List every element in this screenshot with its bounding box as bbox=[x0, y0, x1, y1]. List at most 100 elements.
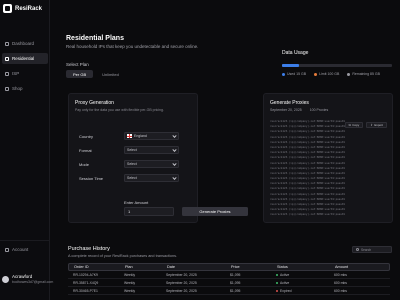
table-header: Order ID Plan Date Price Status Amount bbox=[68, 263, 390, 271]
sidebar-item-label: Shop bbox=[12, 86, 23, 91]
status-cell: Expired bbox=[276, 289, 334, 293]
col-status[interactable]: Status bbox=[277, 265, 335, 269]
plan-cell: Weekly bbox=[124, 272, 136, 277]
mode-label: Mode bbox=[79, 161, 90, 167]
status-dot-icon bbox=[276, 273, 278, 276]
sidebar-divider bbox=[0, 240, 50, 241]
legend-limit-label: Limit 100 GB bbox=[319, 72, 340, 76]
mode-select[interactable]: Select bbox=[124, 160, 179, 168]
generated-proxies-title: Generate Proxies bbox=[270, 100, 309, 106]
order-id-cell: RR-35871-X4Q9 bbox=[73, 280, 99, 285]
session-time-value: Select bbox=[127, 176, 137, 180]
data-usage-title: Data Usage bbox=[282, 50, 309, 56]
format-value: Select bbox=[127, 148, 137, 152]
sidebar-item-shop[interactable]: Shop bbox=[2, 83, 48, 94]
amount-cell: 600 mbs bbox=[334, 272, 348, 277]
shop-icon bbox=[5, 86, 9, 91]
amount-cell: 600 mbs bbox=[334, 288, 348, 293]
format-row: Format Select bbox=[79, 146, 194, 154]
country-label: Country bbox=[79, 133, 94, 139]
purchase-history-table: Order ID Plan Date Price Status Amount R… bbox=[68, 263, 390, 295]
proxy-list[interactable]: resirack123.(ip)(company).net:8080:user0… bbox=[270, 120, 350, 219]
table-row[interactable]: RR-35871-X4Q9 Weekly September 20, 2025 $1,… bbox=[68, 279, 390, 287]
sidebar-item-dashboard[interactable]: Dashboard bbox=[2, 38, 48, 49]
session-time-select[interactable]: Select bbox=[124, 174, 179, 182]
chevron-down-icon bbox=[172, 161, 177, 166]
col-price[interactable]: Price bbox=[231, 265, 277, 269]
limit-dot-icon bbox=[314, 72, 318, 76]
main-content: Residential Plans Real household IPs tha… bbox=[50, 0, 400, 300]
search-placeholder: Search bbox=[361, 247, 372, 252]
account-icon bbox=[5, 247, 9, 252]
price-cell: $1,095 bbox=[230, 280, 241, 285]
session-time-row: Session Time Select bbox=[79, 174, 194, 182]
sidebar-item-account[interactable]: Account bbox=[2, 244, 48, 255]
status-text: Active bbox=[280, 280, 290, 285]
status-dot-icon bbox=[276, 281, 278, 284]
search-icon bbox=[356, 248, 359, 251]
col-amount[interactable]: Amount bbox=[335, 265, 389, 269]
amount-input[interactable]: 1 bbox=[124, 207, 174, 216]
table-body: RR-10294-A7K9 Weekly September 20, 2025 $1,… bbox=[68, 271, 390, 295]
date-cell: September 20, 2025 bbox=[166, 272, 197, 277]
session-time-label: Session Time bbox=[79, 175, 104, 181]
legend-limit: Limit 100 GB bbox=[314, 72, 339, 76]
page-title: Residential Plans bbox=[66, 35, 124, 42]
tab-per-gb[interactable]: Per GB bbox=[66, 70, 94, 78]
sidebar-item-label: Residential bbox=[12, 56, 35, 61]
page-subtitle: Real household IPs that keep you undetec… bbox=[66, 44, 199, 49]
used-dot-icon bbox=[282, 72, 285, 76]
export-label: Export bbox=[374, 123, 383, 127]
col-plan[interactable]: Plan bbox=[125, 265, 167, 269]
generated-meta: September 20, 2025 100 Proxies bbox=[270, 108, 328, 112]
sidebar-item-label: Dashboard bbox=[12, 41, 35, 46]
usage-bar-fill bbox=[282, 64, 299, 67]
data-usage: Data Usage Used 15 GB Limit 100 GB Remai… bbox=[282, 50, 392, 76]
country-select[interactable]: England bbox=[124, 132, 179, 140]
user-profile[interactable]: Acrawford bodhowes3d7@gmail.com bbox=[2, 274, 53, 285]
plan-cell: Weekly bbox=[124, 280, 136, 285]
legend-used: Used 15 GB bbox=[282, 72, 306, 76]
mode-value: Select bbox=[127, 162, 137, 166]
country-value: England bbox=[134, 134, 147, 138]
amount-cell: 600 mbs bbox=[334, 280, 348, 285]
sidebar-item-label: ISP bbox=[12, 71, 20, 76]
format-select[interactable]: Select bbox=[124, 146, 179, 154]
england-flag-icon bbox=[127, 134, 132, 138]
generate-proxies-button[interactable]: Generate Proxies bbox=[182, 207, 248, 216]
generated-actions: ⧉ Copy ⇪ Export bbox=[344, 122, 387, 128]
col-order-id[interactable]: Order ID bbox=[69, 265, 125, 269]
isp-icon bbox=[5, 71, 9, 76]
sidebar-item-isp[interactable]: ISP bbox=[2, 68, 48, 79]
history-search-input[interactable]: Search bbox=[352, 246, 392, 253]
sidebar-item-residential[interactable]: Residential bbox=[2, 53, 48, 64]
status-dot-icon bbox=[276, 289, 278, 292]
table-row[interactable]: RR-30465-P7E1 Weekly September 20, 2025 $1,… bbox=[68, 287, 390, 295]
sidebar-account: Account bbox=[2, 244, 48, 259]
proxy-generation-subtitle: Pay only for the data you use with flexi… bbox=[75, 108, 164, 112]
legend-used-label: Used 15 GB bbox=[287, 72, 307, 76]
order-id-cell: RR-10294-A7K9 bbox=[73, 272, 98, 277]
purchase-history-title: Purchase History bbox=[68, 246, 110, 252]
brand[interactable]: ResiRack bbox=[3, 4, 42, 13]
tab-unlimited[interactable]: Unlimited bbox=[95, 70, 126, 78]
usage-bar bbox=[282, 64, 392, 67]
usage-legend: Used 15 GB Limit 100 GB Remaining 85 GB bbox=[282, 72, 392, 76]
chevron-down-icon bbox=[172, 175, 177, 180]
brand-name: ResiRack bbox=[15, 5, 43, 12]
table-row[interactable]: RR-10294-A7K9 Weekly September 20, 2025 $1,… bbox=[68, 271, 390, 279]
plan-cell: Weekly bbox=[124, 288, 136, 293]
status-text: Active bbox=[280, 272, 290, 277]
plan-tabs: Per GB Unlimited bbox=[66, 70, 126, 78]
proxy-generation-title: Proxy Generation bbox=[75, 100, 114, 106]
export-button[interactable]: ⇪ Export bbox=[366, 122, 387, 128]
sidebar-item-label: Account bbox=[12, 247, 29, 252]
mode-row: Mode Select bbox=[79, 160, 194, 168]
select-plan-label: Select Plan bbox=[66, 62, 89, 67]
date-cell: September 20, 2025 bbox=[166, 288, 197, 293]
col-date[interactable]: Date bbox=[167, 265, 231, 269]
generated-count: 100 Proxies bbox=[309, 108, 329, 112]
purchase-history-subtitle: A complete record of your ResiRack purch… bbox=[68, 254, 178, 258]
remaining-dot-icon bbox=[347, 72, 351, 76]
status-cell: Active bbox=[276, 281, 334, 285]
